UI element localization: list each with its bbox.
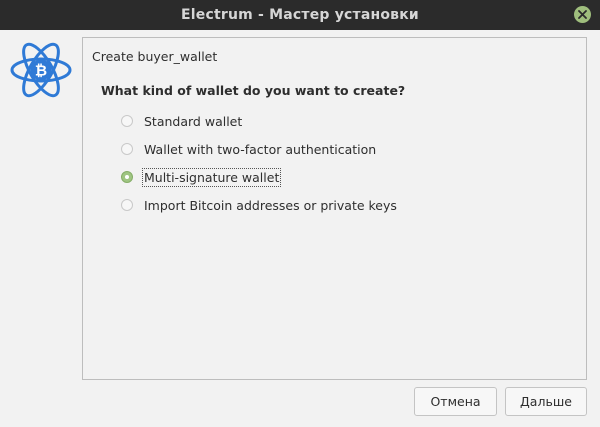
wallet-type-question: What kind of wallet do you want to creat… [101, 83, 406, 98]
option-label: Import Bitcoin addresses or private keys [144, 197, 397, 213]
title-bar[interactable]: Electrum - Мастер установки [0, 0, 600, 30]
radio-button-checked[interactable] [121, 171, 133, 183]
radio-button[interactable] [121, 143, 133, 155]
radio-dot [125, 175, 129, 179]
svg-text:₿: ₿ [35, 62, 47, 80]
option-label: Wallet with two-factor authentication [144, 141, 377, 157]
next-button[interactable]: Дальше [505, 387, 587, 416]
close-icon [578, 10, 587, 19]
radio-button[interactable] [121, 115, 133, 127]
wizard-window: Electrum - Мастер установки ₿ Create buy… [0, 0, 600, 427]
wallet-type-options: Standard wallet Wallet with two-factor a… [121, 107, 398, 219]
option-multisig-wallet[interactable]: Multi-signature wallet [121, 163, 398, 191]
cancel-button[interactable]: Отмена [414, 387, 497, 416]
option-standard-wallet[interactable]: Standard wallet [121, 107, 398, 135]
window-title: Electrum - Мастер установки [181, 7, 419, 23]
option-two-factor-wallet[interactable]: Wallet with two-factor authentication [121, 135, 398, 163]
close-button[interactable] [574, 6, 591, 23]
wizard-panel: Create buyer_wallet What kind of wallet … [82, 37, 587, 380]
electrum-logo: ₿ [9, 38, 73, 102]
option-label: Multi-signature wallet [141, 167, 282, 187]
wallet-heading: Create buyer_wallet [92, 49, 218, 64]
electrum-bitcoin-atom-icon: ₿ [10, 42, 72, 98]
radio-button[interactable] [121, 199, 133, 211]
option-import-keys[interactable]: Import Bitcoin addresses or private keys [121, 191, 398, 219]
option-label: Standard wallet [144, 113, 243, 129]
